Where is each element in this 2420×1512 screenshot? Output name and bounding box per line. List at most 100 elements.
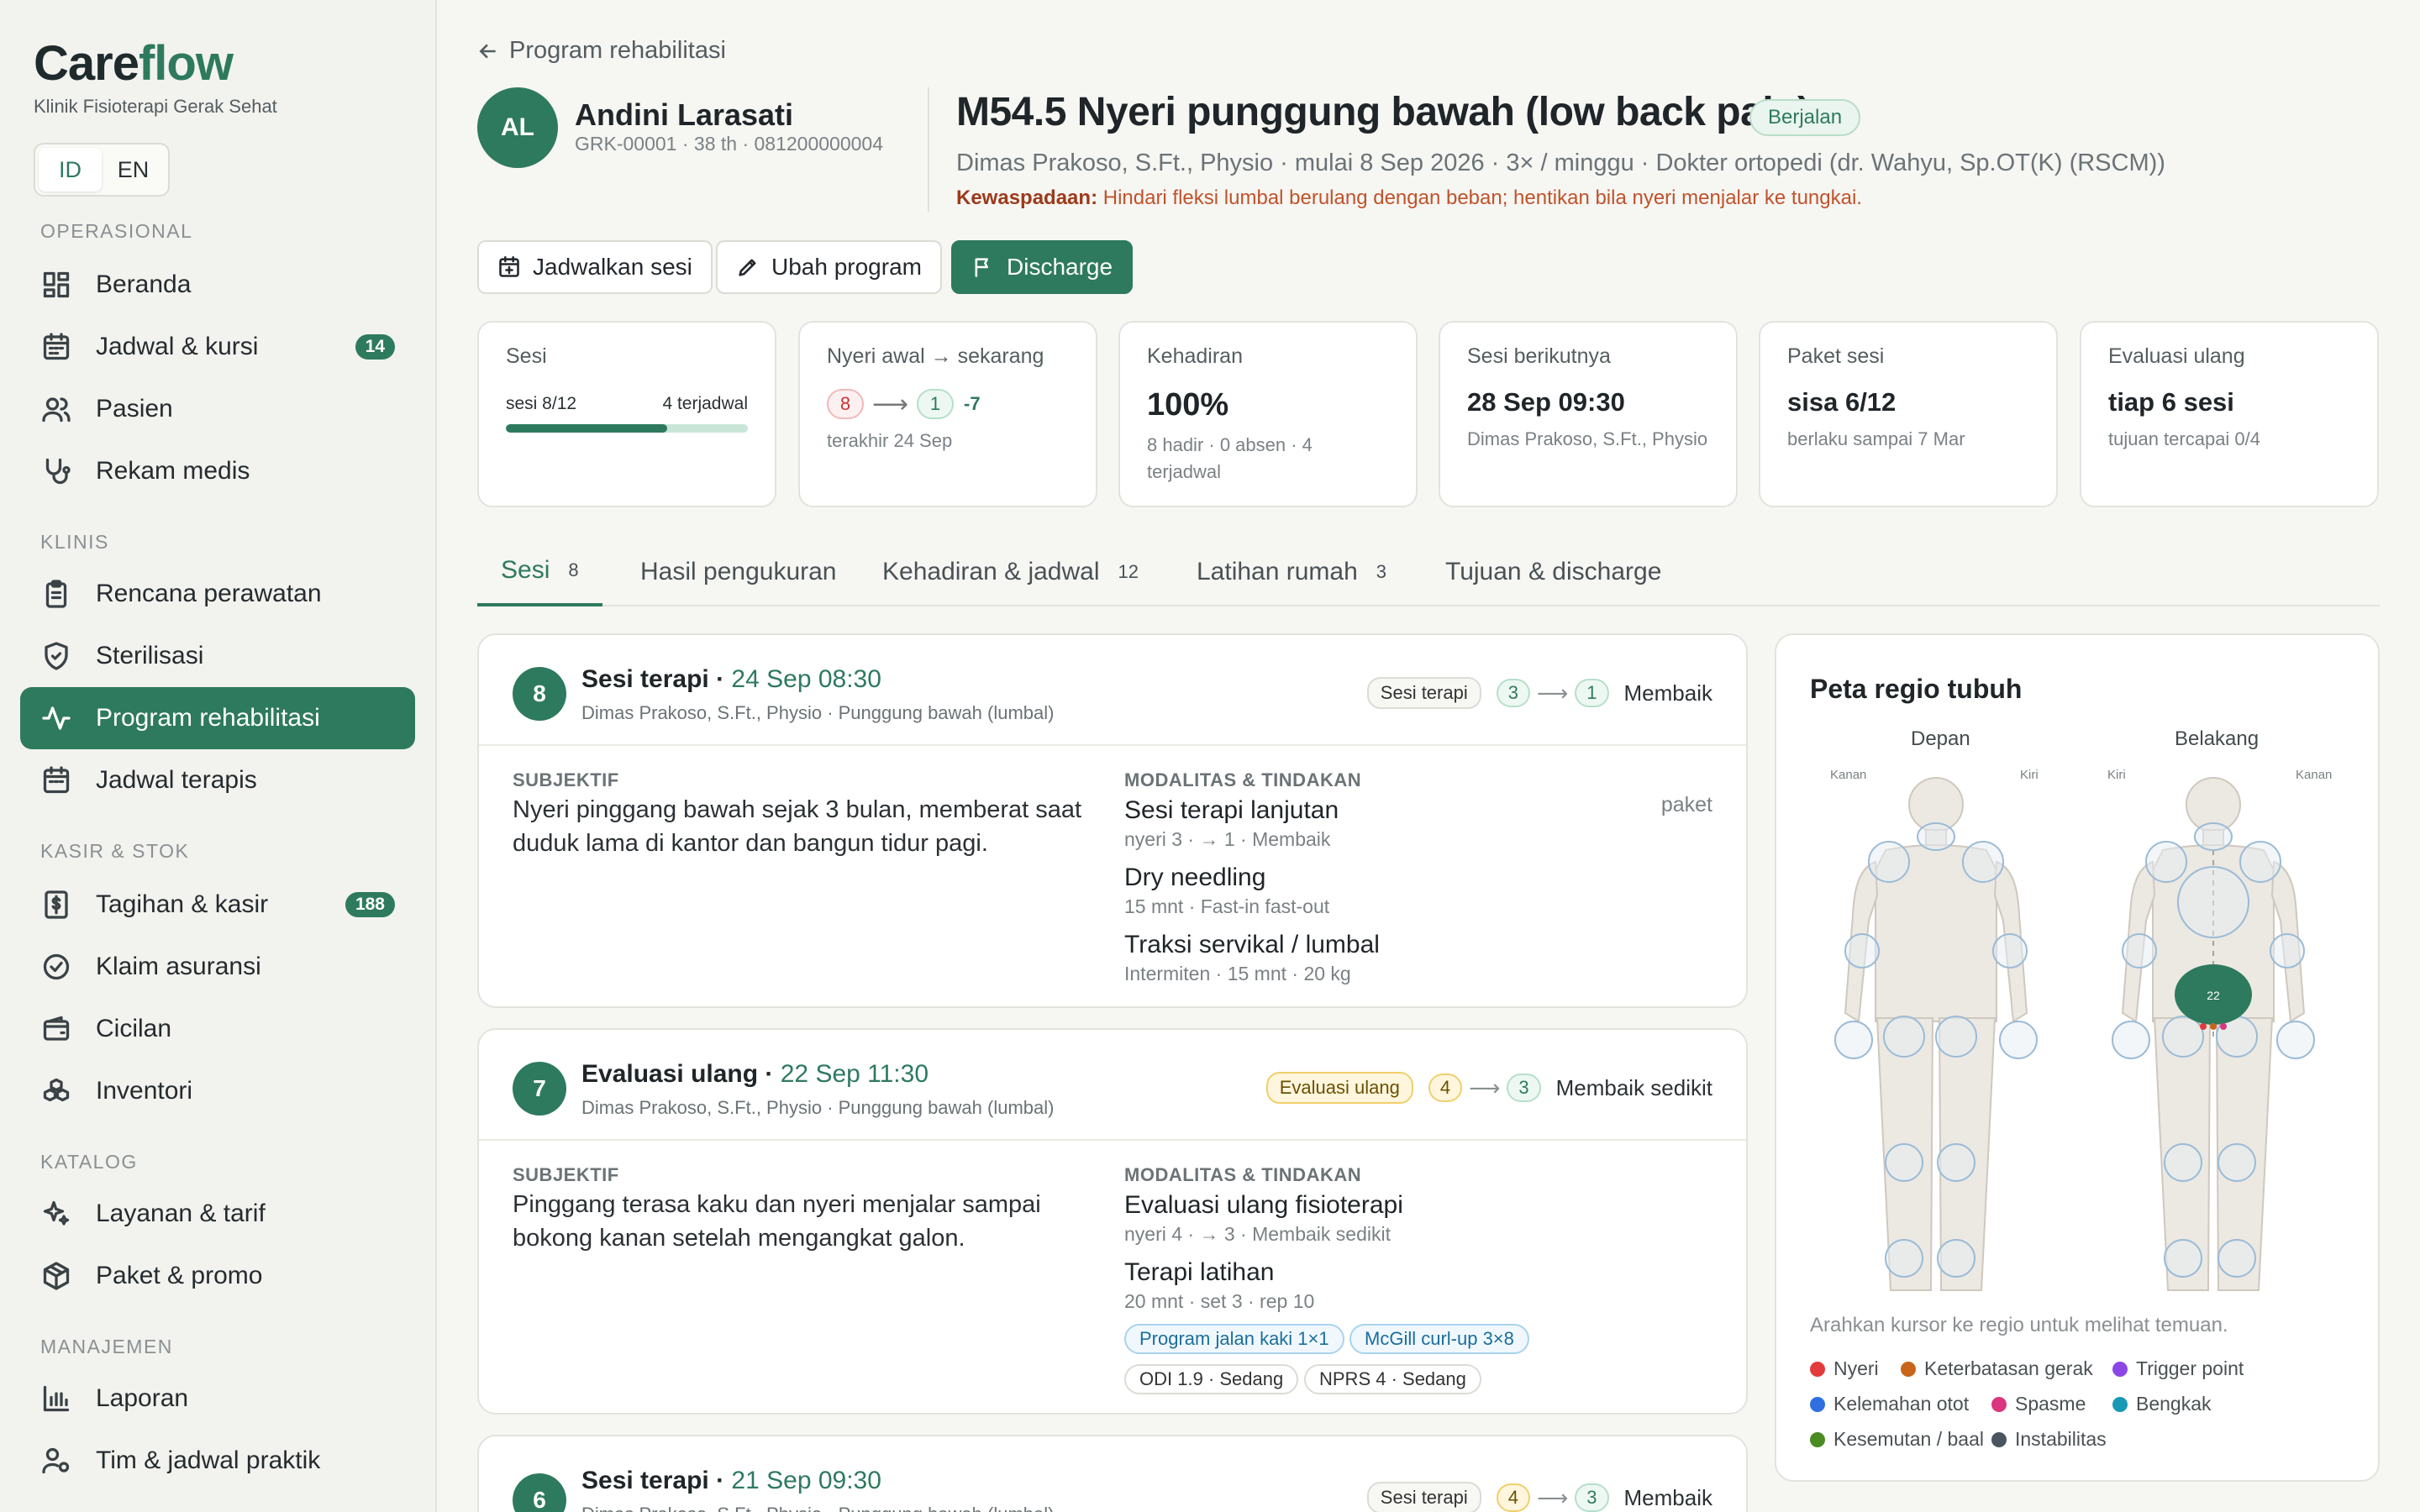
sidebar-item-label: Klaim asuransi bbox=[96, 953, 261, 980]
tab-hasil-pengukuran[interactable]: Hasil pengukuran bbox=[617, 538, 860, 606]
tab-kehadiran-jadwal[interactable]: Kehadiran & jadwal 12 bbox=[859, 538, 1162, 606]
sidebar-item-label: Program rehabilitasi bbox=[96, 704, 320, 732]
legend-label: Spasme bbox=[2015, 1393, 2086, 1415]
stat-card-sessions: Sesi sesi 8/12 4 terjadwal bbox=[477, 321, 776, 507]
sidebar-item-label: Cicilan bbox=[96, 1015, 172, 1042]
pencil-icon bbox=[739, 259, 756, 276]
activity-icon bbox=[40, 702, 72, 734]
pain-after: 3 bbox=[1507, 1074, 1541, 1102]
sidebar-item-program-rehabilitasi[interactable]: Program rehabilitasi bbox=[20, 687, 415, 749]
sidebar-item-tagihan-kasir[interactable]: Tagihan & kasir 188 bbox=[20, 874, 415, 936]
session-summary: Sesi terapi 3 ⟶ 1 Membaik bbox=[1366, 677, 1712, 709]
modality-detail: Intermiten · 15 mnt · 20 kg bbox=[1124, 963, 1351, 984]
caution-text: Hindari fleksi lumbal berulang dengan be… bbox=[1102, 186, 1862, 209]
session-card[interactable]: 6 Sesi terapi · 21 Sep 09:30 Dimas Prako… bbox=[477, 1435, 1748, 1512]
discharge-button[interactable]: Discharge bbox=[951, 240, 1134, 294]
sidebar-item-label: Tagihan & kasir bbox=[96, 890, 269, 918]
tab-latihan-rumah[interactable]: Latihan rumah 3 bbox=[1173, 538, 1410, 606]
back-link[interactable]: Program rehabilitasi bbox=[477, 37, 726, 65]
stat-card-attendance: Kehadiran 100% 8 hadir · 0 absen · 4 ter… bbox=[1118, 321, 1418, 507]
calendar-plus-icon bbox=[499, 256, 519, 277]
language-switch: ID EN bbox=[34, 143, 170, 197]
sidebar-item-sterilisasi[interactable]: Sterilisasi bbox=[20, 625, 415, 687]
sidebar-item-rekam-medis[interactable]: Rekam medis bbox=[20, 440, 415, 502]
subjective-label: SUBJEKTIF bbox=[513, 1164, 619, 1185]
exercise-chip[interactable]: Program jalan kaki 1×1 bbox=[1124, 1324, 1344, 1354]
schedule-session-button[interactable]: Jadwalkan sesi bbox=[477, 240, 713, 294]
lumbar-finding-count: 22 bbox=[2207, 989, 2220, 1002]
legend-dot bbox=[2112, 1361, 2128, 1377]
stat-label: Kehadiran bbox=[1147, 344, 1243, 368]
section-label-operasional: OPERASIONAL bbox=[40, 220, 193, 242]
legend-item: Instabilitas bbox=[1991, 1428, 2107, 1451]
tab-count: 8 bbox=[568, 559, 579, 580]
modality-detail: 20 mnt · set 3 · rep 10 bbox=[1124, 1290, 1315, 1312]
sidebar-item-jadwal-terapis[interactable]: Jadwal terapis bbox=[20, 749, 415, 811]
caution-note: Kewaspadaan: Hindari fleksi lumbal berul… bbox=[956, 186, 1862, 210]
legend-item: Kesemutan / baal bbox=[1810, 1428, 1984, 1451]
edit-program-button[interactable]: Ubah program bbox=[716, 240, 942, 294]
sidebar-item-pasien[interactable]: Pasien bbox=[20, 378, 415, 440]
session-date: 21 Sep 09:30 bbox=[731, 1467, 881, 1494]
session-type-label: Sesi terapi bbox=[581, 665, 709, 693]
session-card-header: 8 Sesi terapi · 24 Sep 08:30 Dimas Prako… bbox=[479, 635, 1746, 746]
sidebar-item-inventori[interactable]: Inventori bbox=[20, 1060, 415, 1122]
sidebar-item-label: Jadwal terapis bbox=[96, 766, 257, 794]
users-icon bbox=[40, 393, 72, 425]
session-verdict: Membaik sedikit bbox=[1555, 1074, 1712, 1100]
session-number: 7 bbox=[513, 1062, 566, 1116]
sidebar-item-label: Rekam medis bbox=[96, 457, 250, 485]
finding-dot-keterbatasan bbox=[2210, 1023, 2217, 1030]
exercise-chip[interactable]: McGill curl-up 3×8 bbox=[1349, 1324, 1529, 1354]
stat-sub: tujuan tercapai 0/4 bbox=[2108, 428, 2261, 449]
section-label-manajemen: MANAJEMEN bbox=[40, 1336, 173, 1357]
sidebar-item-cicilan[interactable]: Cicilan bbox=[20, 998, 415, 1060]
session-card[interactable]: 8 Sesi terapi · 24 Sep 08:30 Dimas Prako… bbox=[477, 633, 1748, 1008]
tab-sesi[interactable]: Sesi 8 bbox=[477, 538, 602, 606]
legend-dot bbox=[1991, 1431, 2007, 1447]
legend-label: Instabilitas bbox=[2015, 1428, 2107, 1450]
sidebar-item-laporan[interactable]: Laporan bbox=[20, 1368, 415, 1430]
subjective-text: Nyeri pinggang bawah sejak 3 bulan, memb… bbox=[513, 796, 1082, 857]
measurement-chip[interactable]: ODI 1.9 · Sedang bbox=[1124, 1364, 1299, 1394]
session-card[interactable]: 7 Evaluasi ulang · 22 Sep 11:30 Dimas Pr… bbox=[477, 1028, 1748, 1415]
legend-dot bbox=[1810, 1361, 1825, 1377]
sidebar-item-paket-promo[interactable]: Paket & promo bbox=[20, 1245, 415, 1307]
brand-logo[interactable]: Careflow bbox=[34, 35, 234, 92]
sidebar-item-rencana-perawatan[interactable]: Rencana perawatan bbox=[20, 563, 415, 625]
stat-card-pain: Nyeri awal → sekarang 8 ⟶ 1 -7 terakhir … bbox=[798, 321, 1097, 507]
session-title: Sesi terapi · 24 Sep 08:30 bbox=[581, 665, 881, 693]
patient-name[interactable]: Andini Larasati bbox=[575, 97, 793, 133]
sidebar-item-label: Beranda bbox=[96, 270, 192, 298]
tab-tujuan-discharge[interactable]: Tujuan & discharge bbox=[1422, 538, 1685, 606]
session-type-label: Evaluasi ulang bbox=[581, 1060, 759, 1088]
body-diagram: 22 bbox=[1834, 777, 2315, 1291]
legend-item: Spasme bbox=[1991, 1393, 2086, 1415]
stat-label: Paket sesi bbox=[1787, 344, 1885, 368]
modality-name: Sesi terapi lanjutan bbox=[1124, 796, 1339, 824]
dashboard-icon bbox=[40, 269, 72, 301]
sidebar-item-jadwal-kursi[interactable]: Jadwal & kursi 14 bbox=[20, 316, 415, 378]
pain-current: 1 bbox=[917, 389, 955, 419]
sidebar-item-tim-jadwal[interactable]: Tim & jadwal praktik bbox=[20, 1430, 415, 1492]
stat-label: Sesi bbox=[506, 344, 547, 368]
session-progress-fill bbox=[506, 424, 668, 433]
modality-name: Evaluasi ulang fisioterapi bbox=[1124, 1191, 1403, 1219]
measurement-chip[interactable]: NPRS 4 · Sedang bbox=[1304, 1364, 1481, 1394]
tab-label: Tujuan & discharge bbox=[1445, 558, 1662, 585]
session-subtitle: Dimas Prakoso, S.Ft., Physio · Punggung … bbox=[581, 702, 1055, 723]
sidebar-item-beranda[interactable]: Beranda bbox=[20, 254, 415, 316]
session-card-header: 7 Evaluasi ulang · 22 Sep 11:30 Dimas Pr… bbox=[479, 1030, 1746, 1141]
sidebar-item-klaim-asuransi[interactable]: Klaim asuransi bbox=[20, 936, 415, 998]
caution-label: Kewaspadaan: bbox=[956, 186, 1098, 209]
legend-item: Bengkak bbox=[2112, 1393, 2212, 1415]
sparkles-icon bbox=[40, 1198, 72, 1230]
sidebar-item-layanan-tarif[interactable]: Layanan & tarif bbox=[20, 1183, 415, 1245]
lang-id-button[interactable]: ID bbox=[39, 148, 102, 192]
legend-item: Kelemahan otot bbox=[1810, 1393, 1969, 1415]
pain-delta: -7 bbox=[964, 393, 981, 414]
lang-en-button[interactable]: EN bbox=[102, 148, 165, 192]
wallet-icon bbox=[40, 1013, 72, 1045]
modalities-label: MODALITAS & TINDAKAN bbox=[1124, 1164, 1362, 1185]
finding-dot-nyeri bbox=[2200, 1023, 2207, 1030]
